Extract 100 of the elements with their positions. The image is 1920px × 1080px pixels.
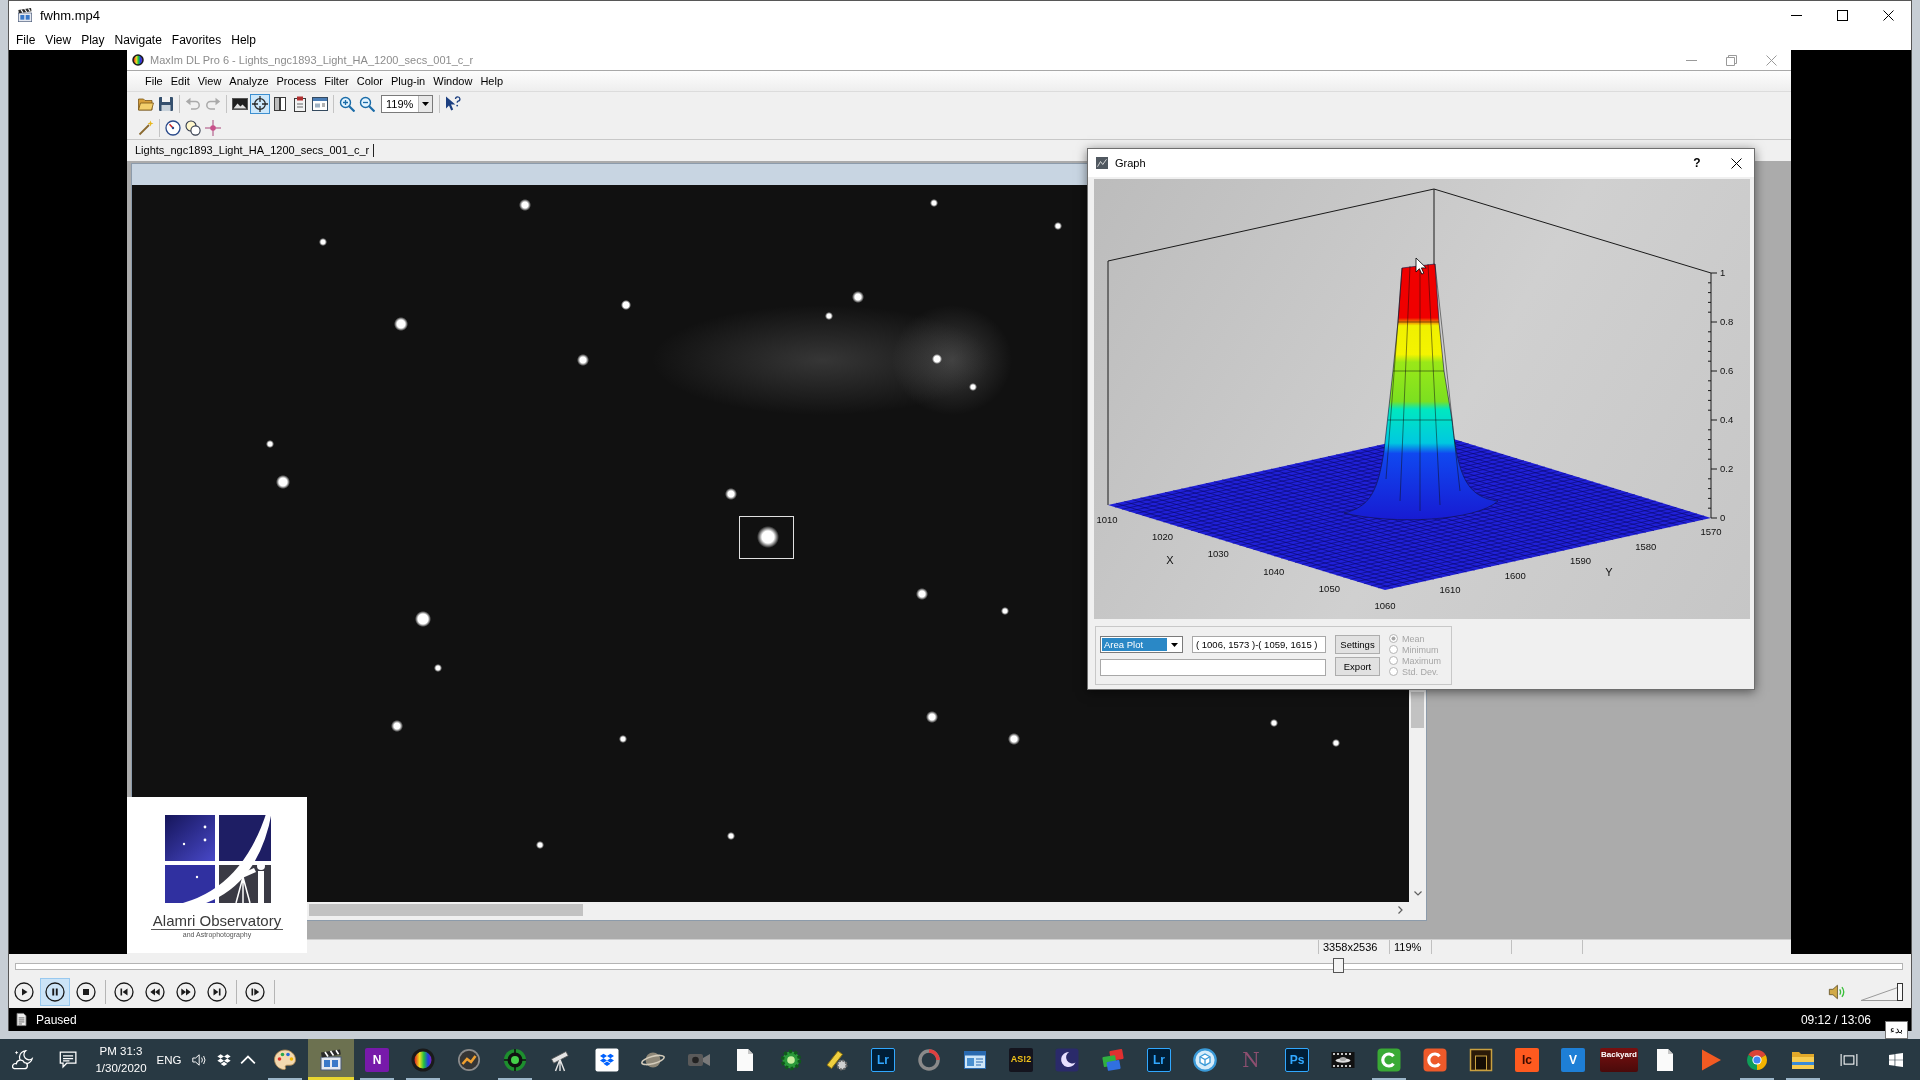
taskbar-button[interactable]: AS!2 <box>998 1039 1044 1080</box>
status-text: 3358x2536 <box>1318 940 1389 954</box>
tool-button[interactable] <box>250 94 270 114</box>
gear-icon <box>779 1047 803 1072</box>
menu-item[interactable]: Process <box>272 74 321 88</box>
menu-item[interactable]: Window <box>429 74 477 88</box>
close-icon <box>1730 157 1742 169</box>
axis-title: Y <box>1605 566 1613 578</box>
crosshair-icon <box>252 96 268 112</box>
clipboard-icon <box>292 96 308 112</box>
gauge-icon <box>165 119 181 136</box>
region-field[interactable]: ( 1006, 1573 )-( 1059, 1615 ) <box>1192 636 1326 653</box>
playback-time: 09:12 / 13:06 <box>1800 1012 1871 1027</box>
scrollbar-thumb[interactable] <box>309 904 583 916</box>
axis-tick-label: 1060 <box>1374 600 1396 611</box>
seek-thumb[interactable] <box>1332 957 1344 973</box>
menu-item[interactable]: Color <box>352 74 387 88</box>
axis-tick-label: 1020 <box>1152 531 1174 543</box>
menu-item[interactable]: Plug-in <box>387 74 430 88</box>
input-field[interactable] <box>1100 658 1326 676</box>
language-indicator[interactable]: ENG <box>150 1039 188 1080</box>
undo-icon <box>185 96 201 112</box>
chevron-right-icon[interactable] <box>1398 906 1403 914</box>
wand-icon <box>138 119 154 136</box>
clock-time[interactable]: PM 31:3 <box>99 1042 143 1060</box>
settings-button[interactable]: Settings <box>1335 635 1380 654</box>
menu-item[interactable]: File <box>11 31 41 48</box>
chevron-down-icon[interactable] <box>1413 891 1422 896</box>
menu-item[interactable]: View <box>193 74 226 88</box>
selection-rectangle <box>739 516 794 559</box>
taskbar-button[interactable]: Ps <box>1274 1039 1320 1080</box>
taskbar-button[interactable] <box>308 1039 354 1080</box>
menu-item[interactable]: Edit <box>166 74 194 88</box>
taskbar-button[interactable]: Lr <box>1136 1039 1182 1080</box>
taskbar-button[interactable]: Lr <box>860 1039 906 1080</box>
moon-tile-icon <box>1055 1047 1079 1072</box>
taskbar-button[interactable]: Ic <box>1504 1039 1550 1080</box>
menu-item[interactable]: Help <box>226 31 261 48</box>
speaker-icon[interactable] <box>192 1052 208 1067</box>
menu-item[interactable]: File <box>141 74 167 88</box>
cube-ring-icon <box>1193 1047 1217 1072</box>
ring-icon <box>917 1047 941 1072</box>
axis-tick-label: 1600 <box>1504 569 1526 581</box>
axis-tick-label: 1040 <box>1263 565 1285 577</box>
restore-icon <box>1725 54 1737 66</box>
mouse-pointer-icon <box>1415 257 1427 275</box>
menu-item[interactable]: Filter <box>320 74 353 88</box>
task-view-icon[interactable] <box>1840 1052 1858 1067</box>
axis-tick-label: 1590 <box>1569 555 1592 566</box>
pause-button[interactable] <box>40 978 70 1006</box>
tool-button[interactable] <box>310 94 330 114</box>
pause-icon <box>45 982 65 1002</box>
axis-tick-label: 0 <box>1720 512 1726 524</box>
taskbar-button[interactable]: N <box>354 1039 400 1080</box>
menu-item[interactable]: Navigate <box>109 31 167 48</box>
menu-item[interactable]: Play <box>76 31 110 48</box>
menu-item[interactable]: Help <box>476 74 507 88</box>
columns-icon <box>272 96 288 112</box>
axis-tick-label: 1 <box>1720 267 1726 279</box>
tool-button[interactable] <box>163 117 183 138</box>
cloud-moon-icon[interactable] <box>12 1048 34 1071</box>
zoom-out-icon <box>359 96 375 112</box>
volume-slider[interactable] <box>1860 982 1903 1002</box>
skip-back-icon <box>114 982 134 1002</box>
export-button[interactable]: Export <box>1335 657 1380 676</box>
taskbar-button[interactable]: V <box>1550 1039 1596 1080</box>
clock-date[interactable]: 1/30/2020 <box>95 1059 147 1077</box>
caret-down-icon[interactable] <box>1170 642 1178 647</box>
diamonds-icon[interactable] <box>216 1052 232 1067</box>
framed-door-icon <box>1469 1047 1493 1072</box>
plot-type-dropdown[interactable]: Area Plot <box>1100 636 1183 653</box>
window-title: MaxIm DL Pro 6 - Lights_ngc1893_Light_HA_1200_secs_001_c_r <box>150 54 474 66</box>
caret-down-icon[interactable] <box>422 102 429 106</box>
axis-tick-label: 1580 <box>1635 540 1657 552</box>
volume-thumb[interactable] <box>1897 983 1903 1001</box>
frame-step-icon <box>245 982 265 1002</box>
play-triangle-icon <box>1699 1047 1723 1072</box>
logo-title: Alamri Observatory <box>150 913 284 930</box>
four-squares-icon[interactable] <box>1888 1052 1904 1067</box>
close-icon <box>1882 9 1894 21</box>
zoom-combo[interactable]: 119% <box>381 95 433 113</box>
cards-icon <box>1101 1047 1125 1072</box>
scrollbar-thumb[interactable] <box>1411 692 1424 728</box>
axis-tick-label: 1010 <box>1096 514 1118 525</box>
close-icon <box>1765 54 1777 66</box>
menu-item[interactable]: Analyze <box>225 74 273 88</box>
arc-tile-icon <box>1377 1047 1401 1072</box>
tool-button[interactable] <box>183 117 203 138</box>
axis-tick-label: 1050 <box>1318 582 1340 594</box>
clapperboard-icon <box>17 7 33 23</box>
document-tab[interactable]: Lights_ngc1893_Light_HA_1200_secs_001_c_r <box>135 144 375 157</box>
menu-item[interactable]: Favorites <box>166 31 227 48</box>
axis-tick-label: 0.6 <box>1720 365 1734 377</box>
circles-icon <box>185 119 201 136</box>
speaker-icon[interactable] <box>1828 983 1846 1001</box>
tool-button[interactable] <box>156 94 176 114</box>
menu-item[interactable]: View <box>40 31 77 48</box>
help-button[interactable]: ? <box>1682 149 1712 177</box>
clapperboard-icon <box>319 1047 343 1072</box>
target-icon <box>503 1047 527 1072</box>
